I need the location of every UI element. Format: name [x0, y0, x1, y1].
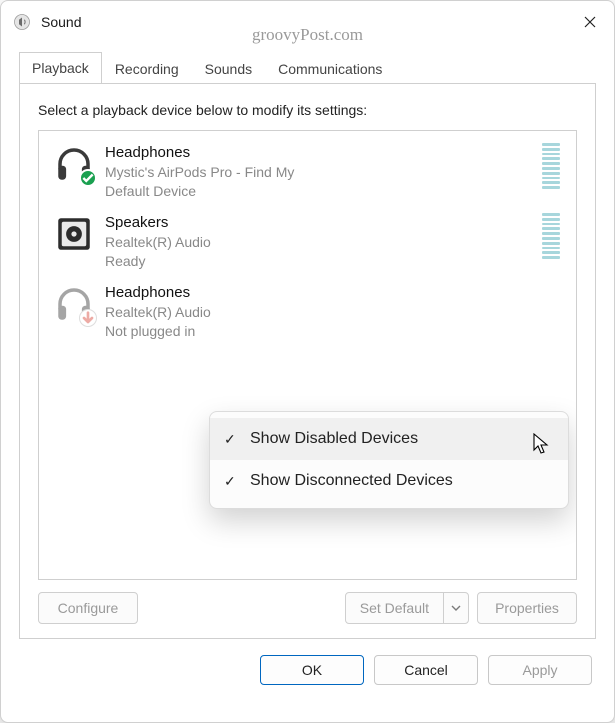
context-menu: ✓ Show Disabled Devices ✓ Show Disconnec… — [209, 411, 569, 509]
ok-button[interactable]: OK — [260, 655, 364, 685]
device-subtitle: Realtek(R) Audio — [105, 303, 566, 322]
menu-show-disabled-devices[interactable]: ✓ Show Disabled Devices — [210, 418, 568, 460]
tab-label: Playback — [32, 60, 89, 76]
button-label: Apply — [522, 662, 557, 678]
set-default-button[interactable]: Set Default — [345, 592, 469, 624]
tab-label: Communications — [278, 61, 382, 77]
device-status: Not plugged in — [105, 322, 566, 341]
menu-show-disconnected-devices[interactable]: ✓ Show Disconnected Devices — [210, 460, 568, 502]
level-meter — [542, 143, 560, 189]
tab-recording[interactable]: Recording — [102, 53, 192, 84]
speaker-icon — [13, 13, 31, 31]
headphones-icon — [53, 143, 95, 185]
check-icon: ✓ — [224, 431, 250, 448]
button-label: Configure — [58, 600, 119, 616]
device-status: Ready — [105, 252, 534, 271]
device-row[interactable]: Headphones Mystic's AirPods Pro - Find M… — [39, 137, 576, 207]
cancel-button[interactable]: Cancel — [374, 655, 478, 685]
panel-instruction: Select a playback device below to modify… — [38, 102, 577, 118]
panel-button-row: Configure Set Default Properties — [38, 592, 577, 624]
close-icon — [584, 16, 596, 28]
headphones-icon — [53, 283, 95, 325]
titlebar: Sound groovyPost.com — [1, 1, 614, 43]
device-row[interactable]: Speakers Realtek(R) Audio Ready — [39, 207, 576, 277]
properties-button[interactable]: Properties — [477, 592, 577, 624]
device-subtitle: Mystic's AirPods Pro - Find My — [105, 163, 534, 182]
window-title: Sound — [41, 14, 81, 30]
device-list[interactable]: Headphones Mystic's AirPods Pro - Find M… — [38, 130, 577, 580]
chevron-down-icon[interactable] — [444, 593, 468, 623]
close-button[interactable] — [566, 1, 614, 43]
unplugged-badge-icon — [79, 309, 97, 327]
device-subtitle: Realtek(R) Audio — [105, 233, 534, 252]
check-badge-icon — [79, 169, 97, 187]
button-label: Cancel — [404, 662, 448, 678]
button-label: OK — [302, 662, 322, 678]
device-name: Headphones — [105, 283, 566, 303]
tab-communications[interactable]: Communications — [265, 53, 395, 84]
tab-playback[interactable]: Playback — [19, 52, 102, 84]
device-row[interactable]: Headphones Realtek(R) Audio Not plugged … — [39, 277, 576, 347]
tab-label: Recording — [115, 61, 179, 77]
button-label: Set Default — [360, 600, 429, 616]
sound-dialog: Sound groovyPost.com Playback Recording … — [0, 0, 615, 723]
apply-button[interactable]: Apply — [488, 655, 592, 685]
tab-strip: Playback Recording Sounds Communications — [1, 51, 614, 84]
configure-button[interactable]: Configure — [38, 592, 138, 624]
menu-item-label: Show Disconnected Devices — [250, 472, 550, 490]
dialog-footer: OK Cancel Apply — [1, 639, 614, 705]
playback-panel: Select a playback device below to modify… — [19, 83, 596, 639]
device-name: Speakers — [105, 213, 534, 233]
speaker-box-icon — [53, 213, 95, 255]
device-name: Headphones — [105, 143, 534, 163]
tab-sounds[interactable]: Sounds — [192, 53, 265, 84]
level-meter — [542, 213, 560, 259]
menu-item-label: Show Disabled Devices — [250, 430, 550, 448]
device-status: Default Device — [105, 182, 534, 201]
tab-label: Sounds — [205, 61, 252, 77]
button-label: Properties — [495, 600, 559, 616]
watermark: groovyPost.com — [252, 25, 363, 45]
check-icon: ✓ — [224, 473, 250, 490]
